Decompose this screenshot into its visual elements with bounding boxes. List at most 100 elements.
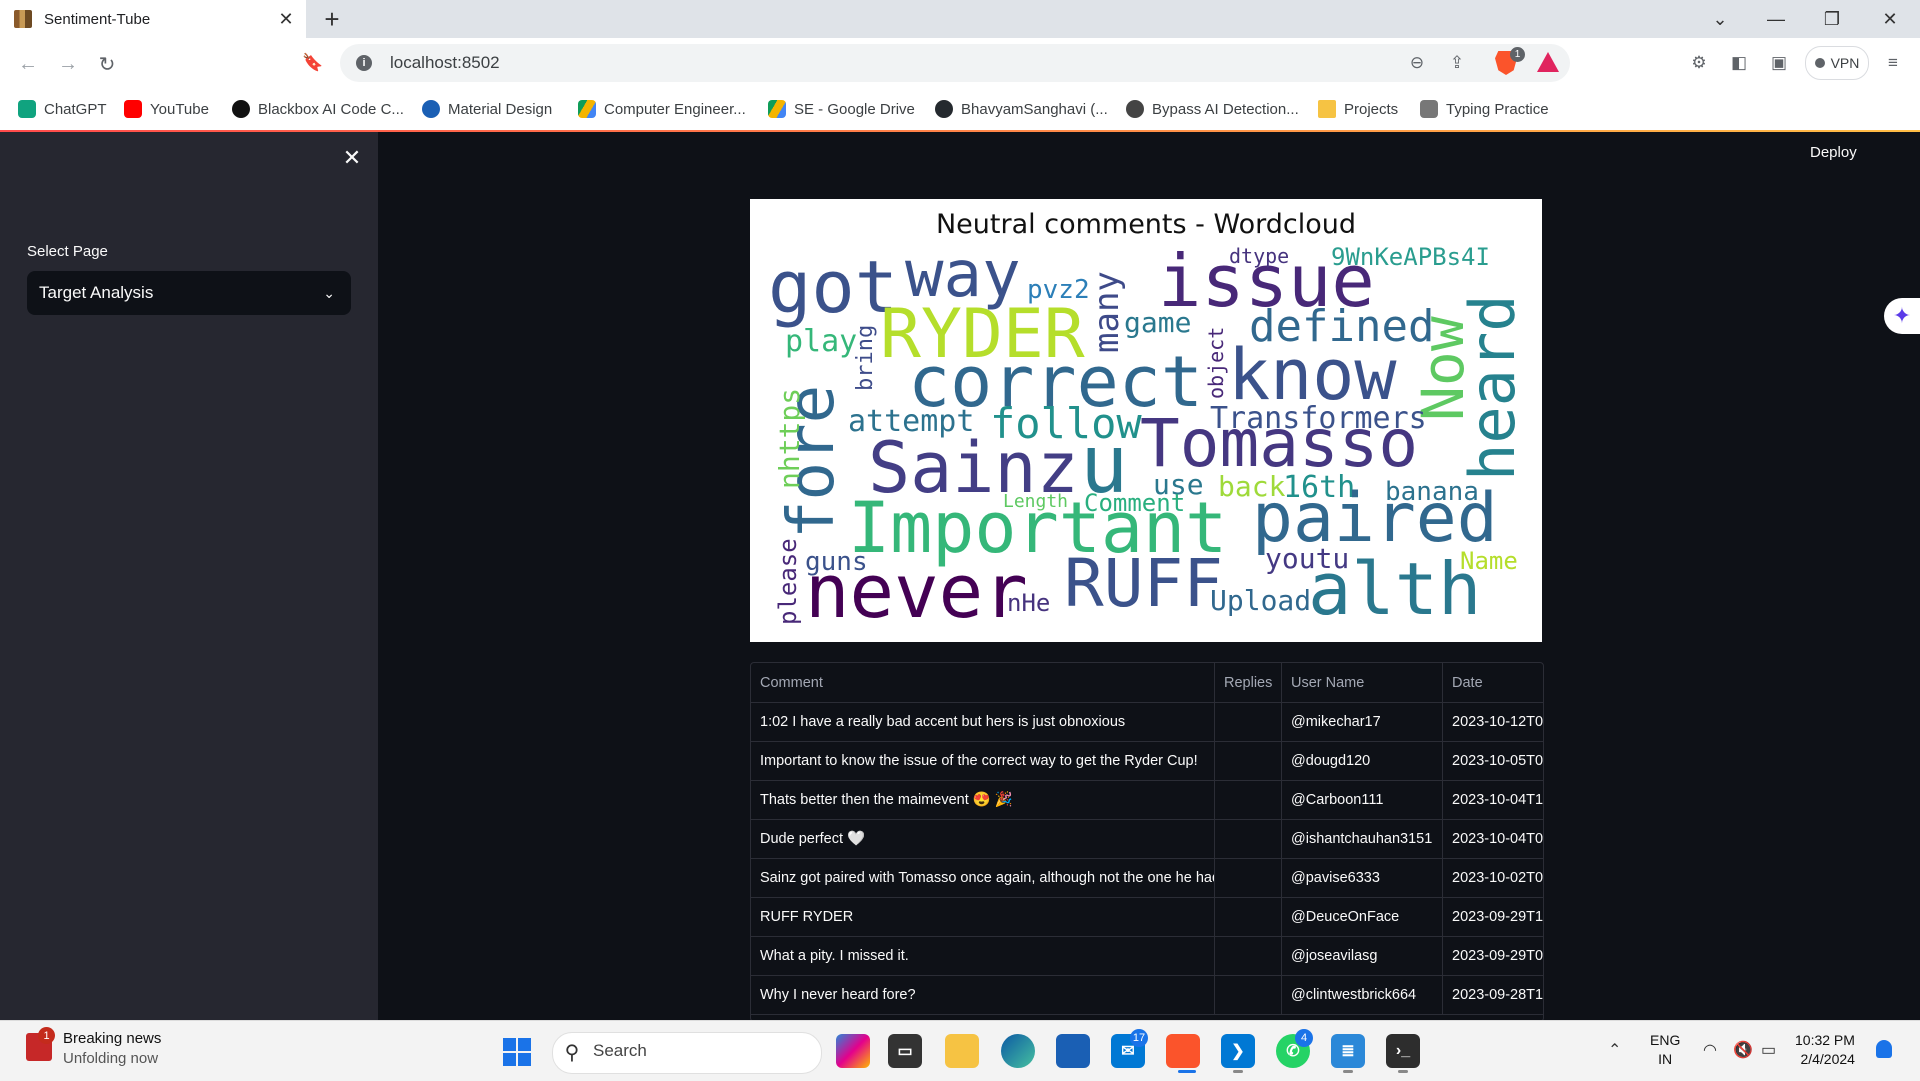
site-info-icon[interactable]: i (356, 55, 372, 71)
share-icon[interactable]: ⇪ (1444, 50, 1470, 76)
table-row[interactable]: Sainz got paired with Tomasso once again… (751, 858, 1543, 898)
minimize-button[interactable]: — (1748, 0, 1804, 38)
cell-date[interactable]: 2023-10-05T0 (1443, 741, 1543, 780)
cell-replies[interactable] (1215, 741, 1282, 780)
page-select[interactable]: Target Analysis ⌄ (27, 271, 351, 315)
vscode-icon[interactable]: ❯ (1221, 1034, 1255, 1068)
brave-rewards-icon[interactable] (1537, 52, 1559, 72)
cell-user-name[interactable]: @dougd120 (1282, 741, 1443, 780)
cell-comment[interactable]: Why I never heard fore? (751, 975, 1215, 1014)
extensions-icon[interactable]: ⚙ (1686, 50, 1712, 76)
cell-comment[interactable]: Important to know the issue of the corre… (751, 741, 1215, 780)
bookmark-bypass-ai[interactable]: Bypass AI Detection... (1126, 95, 1299, 123)
reload-icon[interactable]: ↻ (93, 50, 121, 78)
table-row[interactable]: Why I never heard fore? @clintwestbrick6… (751, 975, 1543, 1015)
cell-user-name[interactable]: @DeuceOnFace (1282, 897, 1443, 936)
close-tab-icon[interactable]: ✕ (274, 7, 298, 31)
column-header-date[interactable]: Date (1443, 663, 1543, 702)
forward-icon[interactable]: → (54, 50, 82, 78)
table-row[interactable]: What a pity. I missed it. @joseavilasg 2… (751, 936, 1543, 976)
news-subtitle[interactable]: Unfolding now (63, 1050, 158, 1067)
language-indicator[interactable]: ENG IN (1650, 1031, 1680, 1069)
cell-replies[interactable] (1215, 780, 1282, 819)
news-title[interactable]: Breaking news (63, 1030, 161, 1047)
bookmark-material-design[interactable]: Material Design (422, 95, 552, 123)
deploy-button[interactable]: Deploy (1810, 144, 1857, 161)
cell-replies[interactable] (1215, 936, 1282, 975)
system-clock[interactable]: 10:32 PM 2/4/2024 (1795, 1031, 1855, 1069)
column-header-user-name[interactable]: User Name (1282, 663, 1443, 702)
back-icon[interactable]: ← (14, 50, 42, 78)
cell-user-name[interactable]: @mikechar17 (1282, 702, 1443, 741)
table-row[interactable]: Dude perfect 🤍 @ishantchauhan3151 2023-1… (751, 819, 1543, 859)
cell-comment[interactable]: Sainz got paired with Tomasso once again… (751, 858, 1215, 897)
bookmark-github[interactable]: BhavyamSanghavi (... (935, 95, 1108, 123)
cell-replies[interactable] (1215, 702, 1282, 741)
cell-comment[interactable]: What a pity. I missed it. (751, 936, 1215, 975)
cell-comment[interactable]: Dude perfect 🤍 (751, 819, 1215, 858)
cell-replies[interactable] (1215, 975, 1282, 1014)
cell-user-name[interactable]: @pavise6333 (1282, 858, 1443, 897)
terminal-icon[interactable]: ›_ (1386, 1034, 1420, 1068)
cell-replies[interactable] (1215, 819, 1282, 858)
edge-icon[interactable] (1001, 1034, 1035, 1068)
bookmark-projects[interactable]: Projects (1318, 95, 1398, 123)
cell-user-name[interactable]: @joseavilasg (1282, 936, 1443, 975)
copilot-icon[interactable] (836, 1034, 870, 1068)
column-header-replies[interactable]: Replies (1215, 663, 1282, 702)
column-header-comment[interactable]: Comment (751, 663, 1215, 702)
cell-comment[interactable]: Thats better then the maimevent 😍 🎉 (751, 780, 1215, 819)
taskbar-search-placeholder[interactable]: Search (593, 1041, 647, 1061)
new-tab-button[interactable]: + (318, 4, 346, 34)
bookmark-computer-engineering[interactable]: Computer Engineer... (578, 95, 746, 123)
wallet-icon[interactable]: ▣ (1766, 50, 1792, 76)
store-icon[interactable] (1056, 1034, 1090, 1068)
comments-table[interactable]: Comment Replies User Name Date 1:02 I ha… (750, 662, 1544, 1022)
browser-tab[interactable]: Sentiment-Tube ✕ (0, 0, 306, 38)
cell-date[interactable]: 2023-10-02T0 (1443, 858, 1543, 897)
table-row[interactable]: RUFF RYDER @DeuceOnFace 2023-09-29T1 (751, 897, 1543, 937)
cell-user-name[interactable]: @clintwestbrick664 (1282, 975, 1443, 1014)
bookmark-icon[interactable]: 🔖 (300, 50, 326, 76)
bookmark-se-drive[interactable]: SE - Google Drive (768, 95, 915, 123)
cell-user-name[interactable]: @ishantchauhan3151 (1282, 819, 1443, 858)
zoom-icon[interactable]: ⊖ (1404, 50, 1430, 76)
wifi-icon[interactable]: ◠ (1703, 1040, 1717, 1060)
bookmark-youtube[interactable]: YouTube (124, 95, 209, 123)
task-view-icon[interactable]: ▭ (888, 1034, 922, 1068)
cell-replies[interactable] (1215, 858, 1282, 897)
notification-bell-icon[interactable] (1876, 1040, 1892, 1058)
sparkle-assistant-icon[interactable]: ✦ (1884, 298, 1920, 334)
file-explorer-icon[interactable] (945, 1034, 979, 1068)
tab-search-icon[interactable]: ⌄ (1692, 0, 1748, 38)
url-text[interactable]: localhost:8502 (390, 53, 500, 73)
cell-comment[interactable]: RUFF RYDER (751, 897, 1215, 936)
menu-icon[interactable]: ≡ (1880, 50, 1906, 76)
brave-browser-icon[interactable] (1166, 1034, 1200, 1068)
address-bar[interactable] (340, 44, 1570, 82)
cell-date[interactable]: 2023-10-04T0 (1443, 819, 1543, 858)
mute-icon[interactable]: 🔇 (1733, 1040, 1753, 1060)
cell-date[interactable]: 2023-10-12T0 (1443, 702, 1543, 741)
bookmark-blackbox[interactable]: Blackbox AI Code C... (232, 95, 404, 123)
windows-start-icon[interactable] (503, 1038, 531, 1066)
sidebar-toggle-icon[interactable]: ◧ (1726, 50, 1752, 76)
bookmark-typing-practice[interactable]: Typing Practice (1420, 95, 1549, 123)
cell-date[interactable]: 2023-09-28T1 (1443, 975, 1543, 1014)
notepad-icon[interactable]: ≣ (1331, 1034, 1365, 1068)
close-sidebar-icon[interactable]: ✕ (340, 145, 364, 170)
bookmark-chatgpt[interactable]: ChatGPT (18, 95, 107, 123)
table-row[interactable]: Thats better then the maimevent 😍 🎉 @Car… (751, 780, 1543, 820)
cell-comment[interactable]: 1:02 I have a really bad accent but hers… (751, 702, 1215, 741)
close-window-button[interactable]: ✕ (1862, 0, 1918, 38)
cell-user-name[interactable]: @Carboon111 (1282, 780, 1443, 819)
chevron-up-icon[interactable]: ⌃ (1608, 1040, 1621, 1060)
cell-date[interactable]: 2023-10-04T1 (1443, 780, 1543, 819)
vpn-button[interactable]: VPN (1805, 46, 1869, 80)
restore-button[interactable]: ❐ (1804, 0, 1860, 38)
cell-replies[interactable] (1215, 897, 1282, 936)
table-row[interactable]: 1:02 I have a really bad accent but hers… (751, 702, 1543, 742)
table-row[interactable]: Important to know the issue of the corre… (751, 741, 1543, 781)
cell-date[interactable]: 2023-09-29T1 (1443, 897, 1543, 936)
cell-date[interactable]: 2023-09-29T0 (1443, 936, 1543, 975)
